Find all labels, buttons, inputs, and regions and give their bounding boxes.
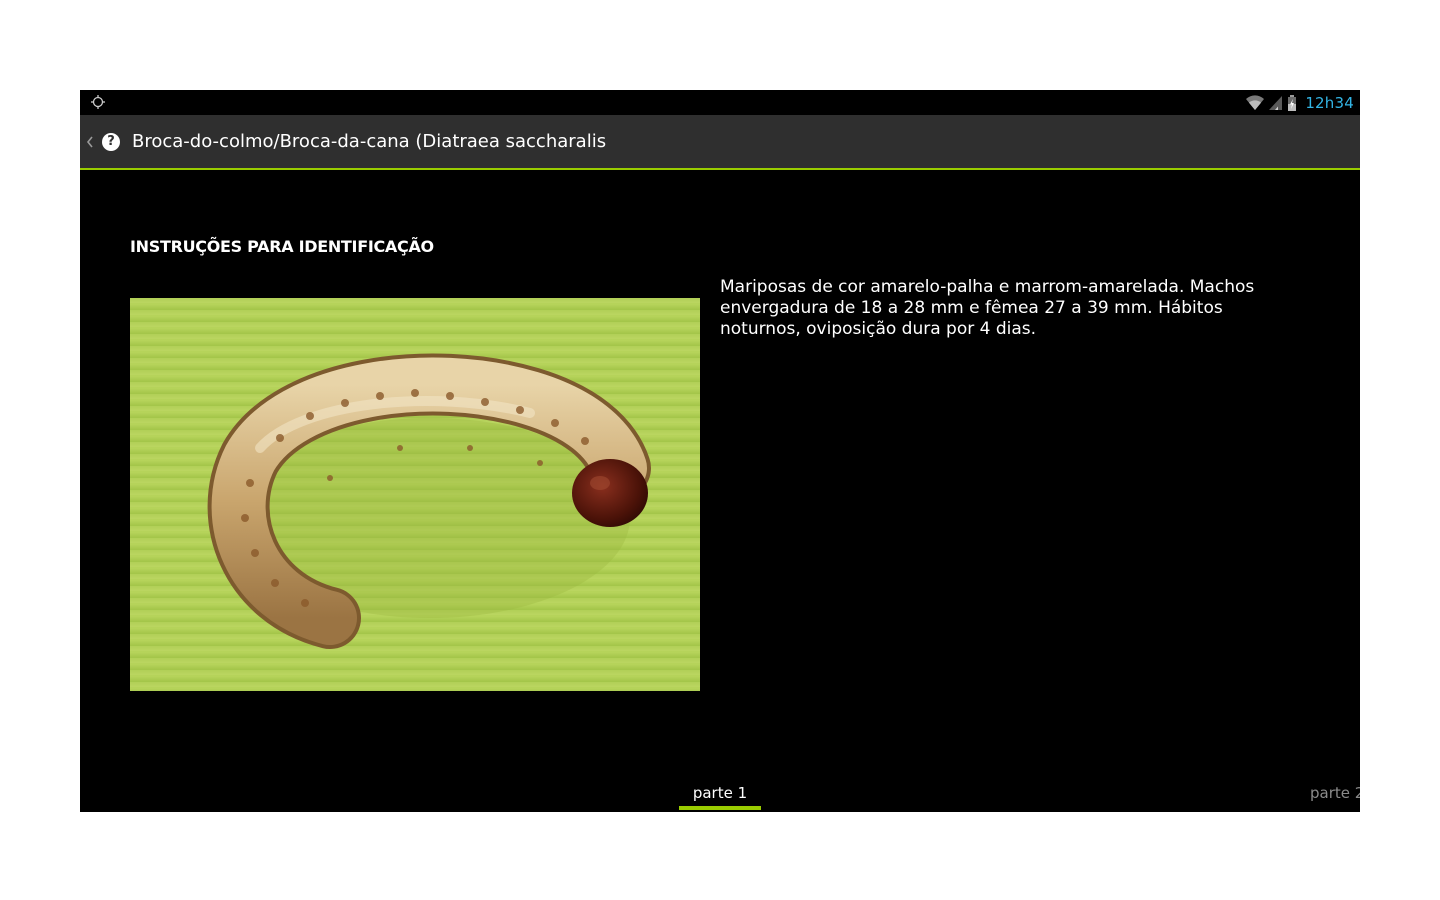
description-text: Mariposas de cor amarelo-palha e marrom-… <box>720 277 1255 339</box>
page-title: Broca-do-colmo/Broca-da-cana (Diatraea s… <box>132 131 607 152</box>
battery-icon <box>1288 95 1297 111</box>
tab-parte-1[interactable]: parte 1 <box>679 784 761 802</box>
section-heading: INSTRUÇÕES PARA IDENTIFICAÇÃO <box>130 237 434 256</box>
status-bar: 12h34 <box>80 90 1360 115</box>
app-screen: 12h34 ? Broca-do-colmo/Broca-da-cana (Di… <box>80 90 1360 812</box>
status-clock: 12h34 <box>1305 94 1354 112</box>
larva-photo <box>130 298 700 691</box>
chevron-left-icon[interactable] <box>83 134 97 150</box>
signal-icon <box>1269 96 1283 110</box>
gps-target-icon <box>91 95 105 109</box>
tab-parte-2[interactable]: parte 2 <box>1310 784 1360 802</box>
action-bar: ? Broca-do-colmo/Broca-da-cana (Diatraea… <box>80 115 1360 170</box>
page-tabs: parte 1 parte 2 <box>80 770 1360 812</box>
status-indicators: 12h34 <box>1245 93 1354 113</box>
content-area: INSTRUÇÕES PARA IDENTIFICAÇÃO Mariposas … <box>80 170 1360 770</box>
tab-selected-indicator <box>679 806 761 810</box>
help-icon[interactable]: ? <box>102 132 120 151</box>
wifi-icon <box>1246 95 1265 110</box>
